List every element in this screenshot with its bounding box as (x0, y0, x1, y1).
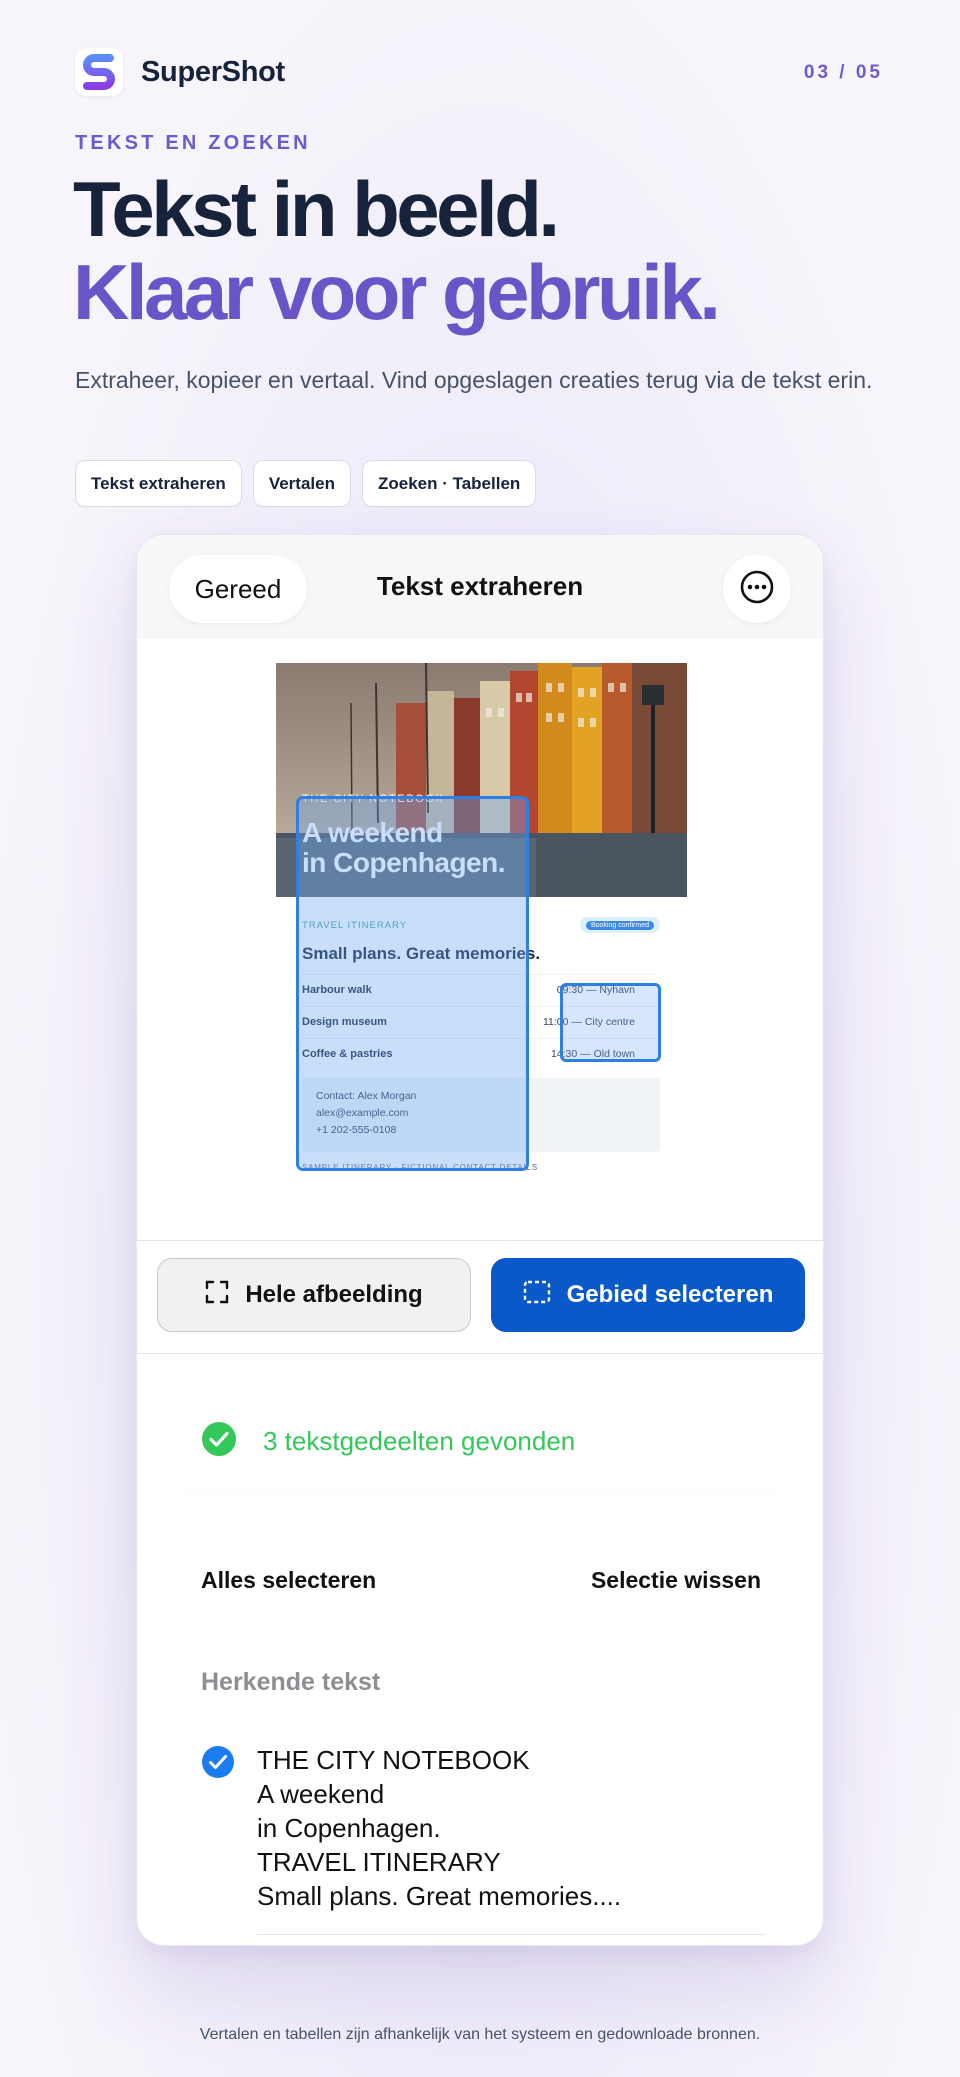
found-status: 3 tekstgedeelten gevonden (169, 1385, 793, 1493)
whole-image-label: Hele afbeelding (245, 1281, 423, 1308)
headline-line-2: Klaar voor gebruik. (73, 248, 721, 336)
checkmark-circle-icon[interactable] (201, 1745, 235, 1784)
page-indicator: 03 / 05 (803, 62, 883, 83)
ellipsis-circle-icon (739, 569, 775, 610)
nav-bar: Gereed Tekst extraheren (137, 535, 823, 639)
app-screen: Gereed Tekst extraheren THE CITY NOTEBOO… (136, 534, 824, 1946)
brand: SuperShot (75, 48, 285, 96)
supershot-logo-icon (75, 48, 123, 96)
select-area-label: Gebied selecteren (566, 1281, 774, 1308)
divider (257, 1934, 765, 1935)
dashed-selection-icon (523, 1280, 551, 1311)
select-area-button[interactable]: Gebied selecteren (491, 1258, 805, 1332)
checkmark-circle-icon (201, 1421, 237, 1462)
recognized-line: Small plans. Great memories.... (257, 1881, 622, 1911)
footnote: Vertalen en tabellen zijn afhankelijk va… (199, 2026, 761, 2043)
chip-search-tables: Zoeken · Tabellen (361, 460, 537, 507)
clear-selection-button[interactable]: Selectie wissen (591, 1567, 761, 1594)
recognized-text-label: Herkende tekst (201, 1668, 381, 1696)
image-preview[interactable]: THE CITY NOTEBOOK A weekend in Copenhage… (276, 663, 687, 1174)
brand-name: SuperShot (141, 55, 285, 88)
recognized-line: THE CITY NOTEBOOK (257, 1745, 530, 1775)
feature-chips: Tekst extraheren Vertalen Zoeken · Tabel… (75, 460, 537, 507)
selection-region-times[interactable] (560, 983, 661, 1062)
divider (137, 1240, 823, 1241)
chip-extract-text: Tekst extraheren (75, 460, 242, 507)
divider (137, 1353, 823, 1354)
recognized-line: A weekend (257, 1779, 385, 1809)
screen-title: Tekst extraheren (376, 571, 584, 601)
whole-image-button[interactable]: Hele afbeelding (157, 1258, 471, 1332)
viewfinder-icon (205, 1280, 229, 1311)
section-eyebrow: TEKST EN ZOEKEN (75, 132, 311, 154)
subtitle: Extraheer, kopieer en vertaal. Vind opge… (75, 367, 873, 393)
recognized-line: TRAVEL ITINERARY (257, 1847, 501, 1877)
headline-line-1: Tekst in beeld. (73, 165, 560, 253)
chip-translate: Vertalen (252, 460, 351, 507)
recognized-text-item[interactable]: THE CITY NOTEBOOK A weekend in Copenhage… (169, 1727, 793, 1945)
booking-badge-label: Booking confirmed (586, 920, 654, 930)
recognized-line: in Copenhagen. (257, 1813, 441, 1843)
select-all-button[interactable]: Alles selecteren (201, 1567, 376, 1594)
found-count-text: 3 tekstgedeelten gevonden (263, 1426, 576, 1456)
selection-actions: Alles selecteren Selectie wissen (169, 1529, 793, 1629)
more-button[interactable] (723, 555, 791, 623)
selection-region-main[interactable] (296, 796, 529, 1171)
recognized-text-lines: THE CITY NOTEBOOK A weekend in Copenhage… (257, 1743, 621, 1913)
booking-badge: Booking confirmed (580, 917, 660, 933)
